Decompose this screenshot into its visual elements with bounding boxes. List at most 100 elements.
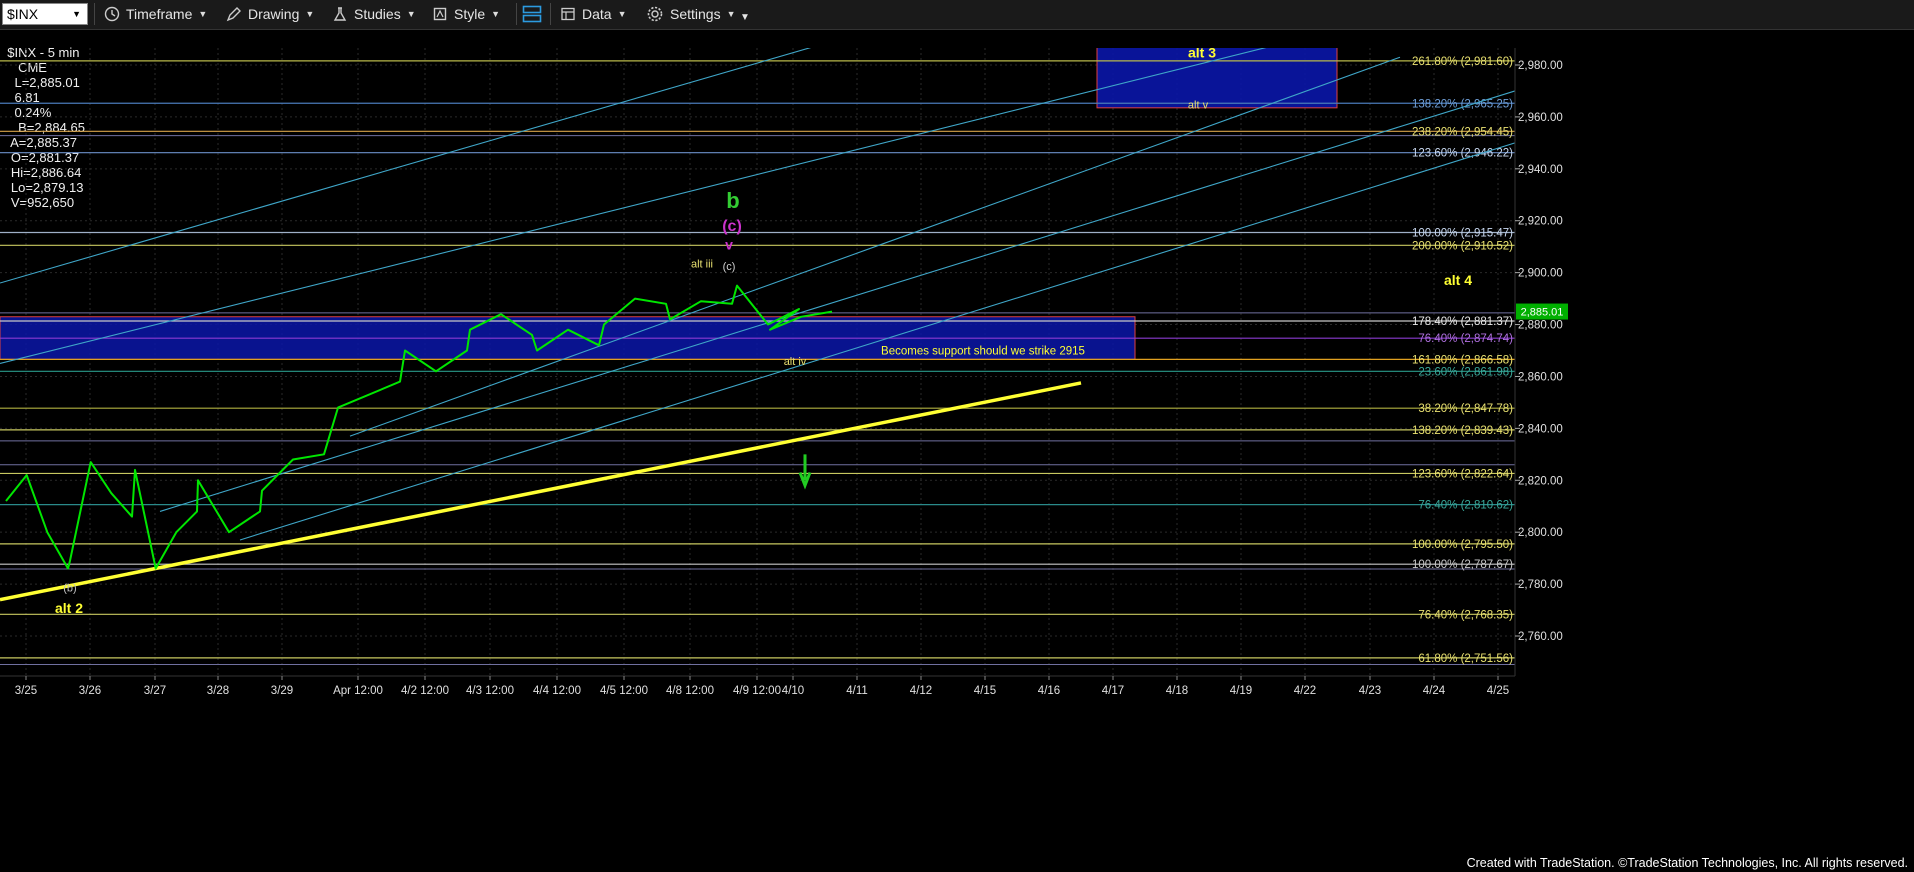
x-tick-label: 3/25 xyxy=(15,685,37,697)
style-button[interactable]: Style ▼ xyxy=(432,4,500,24)
settings-button[interactable]: Settings ▼ xyxy=(646,4,736,24)
fib-level-label: 76.40% (2,874.74) xyxy=(1418,333,1513,345)
credit-text: Created with TradeStation. ©TradeStation… xyxy=(1466,856,1908,870)
fib-level-label: 123.60% (2,822.64) xyxy=(1412,468,1513,480)
x-tick-label: 4/4 12:00 xyxy=(533,685,581,697)
timeframe-label: Timeframe xyxy=(126,6,193,22)
x-tick-label: 4/16 xyxy=(1038,685,1060,697)
last-price-label: 2,885.01 xyxy=(1521,307,1564,319)
x-tick-label: 4/2 12:00 xyxy=(401,685,449,697)
drawing-label: Drawing xyxy=(248,6,300,22)
y-tick-label: 2,920.00 xyxy=(1518,216,1563,228)
x-tick-label: 4/12 xyxy=(910,685,932,697)
fib-level-label: 238.20% (2,954.45) xyxy=(1412,126,1513,138)
annotation-label: Becomes support should we strike 2915 xyxy=(881,345,1085,357)
style-label: Style xyxy=(454,6,486,22)
annotation-label: (c) xyxy=(723,261,736,273)
y-tick-label: 2,800.00 xyxy=(1518,527,1563,539)
annotation-label: alt 2 xyxy=(55,600,83,616)
fib-level-label: 100.00% (2,795.50) xyxy=(1412,539,1513,551)
fib-level-label: 200.00% (2,910.52) xyxy=(1412,240,1513,252)
fib-level-label: 61.80% (2,751.56) xyxy=(1418,653,1513,665)
trend-line xyxy=(0,381,1082,602)
annotation-label: alt 3 xyxy=(1188,48,1216,61)
pencil-icon xyxy=(226,7,241,22)
y-tick-label: 2,780.00 xyxy=(1518,579,1563,591)
y-tick-label: 2,900.00 xyxy=(1518,268,1563,280)
annotation-label: b xyxy=(726,188,739,213)
x-tick-label: 3/27 xyxy=(144,685,166,697)
annotation-label: (b) xyxy=(63,582,76,594)
chevron-down-icon: ▼ xyxy=(726,9,736,19)
fib-level-label: 100.00% (2,787.67) xyxy=(1412,559,1513,571)
y-tick-label: 2,820.00 xyxy=(1518,475,1563,487)
more-button[interactable]: ▼ xyxy=(740,4,750,24)
settings-label: Settings xyxy=(670,6,721,22)
annotation-label: alt v xyxy=(1188,99,1209,111)
x-tick-label: 3/29 xyxy=(271,685,293,697)
symbol-selector[interactable]: $INX ▼ xyxy=(2,3,88,25)
clock-icon xyxy=(104,6,120,22)
y-tick-label: 2,940.00 xyxy=(1518,164,1563,176)
price-chart[interactable]: 261.80% (2,981.60) 138.20% (2,965.25) 238.… xyxy=(0,48,1914,856)
drawing-button[interactable]: Drawing ▼ xyxy=(226,4,314,24)
data-button[interactable]: Data ▼ xyxy=(560,4,627,24)
fib-level-label: 123.60% (2,946.22) xyxy=(1412,148,1513,160)
chevron-down-icon: ▼ xyxy=(491,9,501,19)
y-tick-label: 2,960.00 xyxy=(1518,112,1563,124)
chevron-down-icon: ▼ xyxy=(740,11,750,23)
y-tick-label: 2,980.00 xyxy=(1518,60,1563,72)
x-tick-label: 4/23 xyxy=(1359,685,1381,697)
table-icon xyxy=(561,7,575,21)
x-tick-label: 4/5 12:00 xyxy=(600,685,648,697)
x-tick-label: 4/19 xyxy=(1230,685,1252,697)
annotation-label: v xyxy=(725,236,733,252)
fib-level-label: 76.40% (2,768.35) xyxy=(1418,609,1513,621)
x-tick-label: 4/18 xyxy=(1166,685,1188,697)
layout-icon xyxy=(522,5,542,23)
fib-level-label: 161.80% (2,866.58) xyxy=(1412,354,1513,366)
x-tick-label: 4/10 xyxy=(782,685,804,697)
fib-level-label: 38.20% (2,847.78) xyxy=(1418,403,1513,415)
gear-icon xyxy=(647,6,663,22)
x-tick-label: 3/28 xyxy=(207,685,229,697)
alt3-target-box xyxy=(1096,48,1338,109)
toolbar: $INX ▼ Timeframe ▼ Drawing ▼ Studies ▼ S… xyxy=(0,0,1914,30)
x-tick-label: 4/3 12:00 xyxy=(466,685,514,697)
studies-button[interactable]: Studies ▼ xyxy=(332,4,416,24)
chevron-down-icon: ▼ xyxy=(72,9,81,19)
down-arrow-icon xyxy=(798,454,812,490)
channel-line xyxy=(349,56,1401,437)
fib-level-label: 23.60% (2,861.98) xyxy=(1418,366,1513,378)
x-tick-label: 3/26 xyxy=(79,685,101,697)
toolbar-divider xyxy=(550,3,551,25)
x-tick-label: 4/22 xyxy=(1294,685,1316,697)
y-tick-label: 2,860.00 xyxy=(1518,371,1563,383)
toolbar-divider xyxy=(94,3,95,25)
flask-icon xyxy=(333,7,347,21)
y-tick-label: 2,760.00 xyxy=(1518,631,1563,643)
chevron-down-icon: ▼ xyxy=(198,9,208,19)
x-tick-label: 4/9 12:00 xyxy=(733,685,781,697)
x-tick-label: 4/8 12:00 xyxy=(666,685,714,697)
data-label: Data xyxy=(582,6,612,22)
channel-line xyxy=(0,48,812,284)
x-tick-label: 4/17 xyxy=(1102,685,1124,697)
y-tick-label: 2,880.00 xyxy=(1518,320,1563,332)
fib-level-label: 138.20% (2,965.25) xyxy=(1412,98,1513,110)
x-tick-label: 4/15 xyxy=(974,685,996,697)
x-tick-label: 4/11 xyxy=(846,685,868,697)
chevron-down-icon: ▼ xyxy=(406,9,416,19)
y-tick-label: 2,840.00 xyxy=(1518,423,1563,435)
toolbar-divider xyxy=(516,3,517,25)
fib-level-label: 261.80% (2,981.60) xyxy=(1412,56,1513,68)
chevron-down-icon: ▼ xyxy=(305,9,315,19)
fib-level-label: 138.20% (2,839.43) xyxy=(1412,425,1513,437)
layout-button[interactable] xyxy=(522,4,542,24)
annotation-label: alt iii xyxy=(691,258,713,270)
annotation-label: alt 4 xyxy=(1444,272,1472,288)
timeframe-button[interactable]: Timeframe ▼ xyxy=(104,4,207,24)
fib-level-label: 178.40% (2,881.37) xyxy=(1412,316,1513,328)
style-icon xyxy=(433,7,447,21)
fib-level-label: 100.00% (2,915.47) xyxy=(1412,227,1513,239)
